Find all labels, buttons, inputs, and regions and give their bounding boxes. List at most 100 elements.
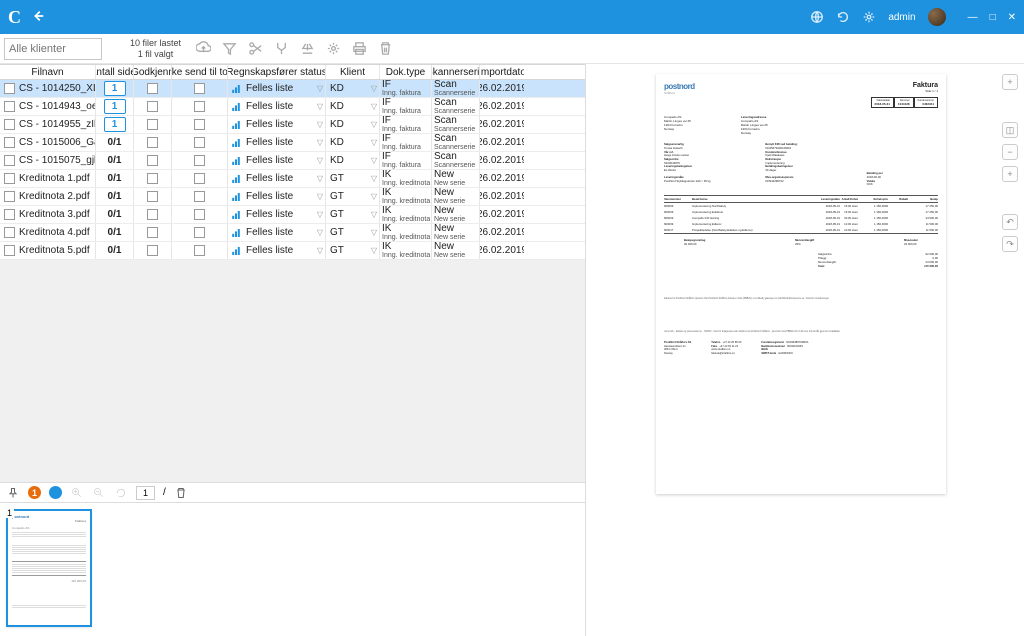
approve-checkbox[interactable] xyxy=(147,83,158,94)
preview-rotate-left-icon[interactable]: ↶ xyxy=(1002,214,1018,230)
globe-icon[interactable] xyxy=(810,10,824,24)
klient-cell[interactable]: GT▽ xyxy=(326,206,380,223)
minimize-icon[interactable]: — xyxy=(968,12,978,23)
approve-checkbox[interactable] xyxy=(147,209,158,220)
gear-icon[interactable] xyxy=(862,10,876,24)
table-row[interactable]: CS - 1014955_zIhoo.pdf1Felles liste▽KD▽I… xyxy=(0,116,585,134)
close-icon[interactable]: ✕ xyxy=(1008,12,1016,23)
table-row[interactable]: CS - 1014943_oePG7.pdf1Felles liste▽KD▽I… xyxy=(0,98,585,116)
klient-cell[interactable]: KD▽ xyxy=(326,152,380,169)
export-icon[interactable] xyxy=(299,41,315,57)
row-checkbox[interactable] xyxy=(4,245,15,256)
delete-icon[interactable] xyxy=(377,41,393,57)
regnskapsforer-cell[interactable]: Felles liste▽ xyxy=(228,116,326,133)
no-send-checkbox[interactable] xyxy=(194,137,205,148)
zoom-out-icon[interactable] xyxy=(92,486,106,500)
regnskapsforer-cell[interactable]: Felles liste▽ xyxy=(228,98,326,115)
approve-checkbox[interactable] xyxy=(147,245,158,256)
search-input[interactable] xyxy=(4,38,102,60)
settings-icon[interactable] xyxy=(325,41,341,57)
preview-zoom-out-icon[interactable]: − xyxy=(1002,144,1018,160)
merge-icon[interactable] xyxy=(273,41,289,57)
klient-cell[interactable]: GT▽ xyxy=(326,224,380,241)
klient-cell[interactable]: KD▽ xyxy=(326,134,380,151)
no-send-checkbox[interactable] xyxy=(194,227,205,238)
table-row[interactable]: Kreditnota 5.pdf0/1Felles liste▽GT▽IKInn… xyxy=(0,242,585,260)
table-row[interactable]: CS - 1014250_XLFZi.pdf1Felles liste▽KD▽I… xyxy=(0,80,585,98)
regnskapsforer-cell[interactable]: Felles liste▽ xyxy=(228,206,326,223)
upload-icon[interactable] xyxy=(195,41,211,57)
approve-checkbox[interactable] xyxy=(147,173,158,184)
preview-fit-icon[interactable]: ◫ xyxy=(1002,122,1018,138)
no-send-checkbox[interactable] xyxy=(194,191,205,202)
refresh-icon[interactable] xyxy=(836,10,850,24)
table-row[interactable]: Kreditnota 2.pdf0/1Felles liste▽GT▽IKInn… xyxy=(0,188,585,206)
col-regnskapsforer[interactable]: Regnskapsfører status xyxy=(228,65,326,79)
document-preview[interactable]: postnord Strålfors Faktura Side 1 / 1 Fa… xyxy=(656,74,946,494)
row-checkbox[interactable] xyxy=(4,173,15,184)
page-indicator[interactable]: 1 xyxy=(136,486,155,500)
thumbnail-page[interactable]: 1 postnord Faktura Compello AS 115 000,0… xyxy=(6,509,92,627)
col-ikke-send[interactable]: Ikke send til tolk xyxy=(172,65,228,79)
maximize-icon[interactable]: □ xyxy=(990,12,996,23)
table-row[interactable]: CS - 1015075_gjb17.pdf0/1Felles liste▽KD… xyxy=(0,152,585,170)
no-send-checkbox[interactable] xyxy=(194,83,205,94)
klient-cell[interactable]: GT▽ xyxy=(326,188,380,205)
row-checkbox[interactable] xyxy=(4,191,15,202)
approve-checkbox[interactable] xyxy=(147,137,158,148)
regnskapsforer-cell[interactable]: Felles liste▽ xyxy=(228,242,326,259)
col-doktype[interactable]: Dok.type xyxy=(380,65,432,79)
klient-cell[interactable]: KD▽ xyxy=(326,116,380,133)
approve-checkbox[interactable] xyxy=(147,101,158,112)
klient-cell[interactable]: GT▽ xyxy=(326,242,380,259)
col-importdato[interactable]: Importdato xyxy=(480,65,524,79)
regnskapsforer-cell[interactable]: Felles liste▽ xyxy=(228,134,326,151)
preview-rotate-right-icon[interactable]: ↷ xyxy=(1002,236,1018,252)
regnskapsforer-cell[interactable]: Felles liste▽ xyxy=(228,188,326,205)
no-send-checkbox[interactable] xyxy=(194,155,205,166)
approve-checkbox[interactable] xyxy=(147,227,158,238)
table-row[interactable]: Kreditnota 1.pdf0/1Felles liste▽GT▽IKInn… xyxy=(0,170,585,188)
pin-icon[interactable] xyxy=(6,486,20,500)
avatar[interactable] xyxy=(928,8,946,26)
col-filnavn[interactable]: Filnavn xyxy=(0,65,96,79)
row-checkbox[interactable] xyxy=(4,155,15,166)
regnskapsforer-cell[interactable]: Felles liste▽ xyxy=(228,152,326,169)
table-row[interactable]: CS - 1015006_Gaix8.pdf0/1Felles liste▽KD… xyxy=(0,134,585,152)
row-checkbox[interactable] xyxy=(4,83,15,94)
col-godkjenn[interactable]: Godkjenn xyxy=(134,65,172,79)
col-antall-sider[interactable]: Antall sider xyxy=(96,65,134,79)
no-send-checkbox[interactable] xyxy=(194,173,205,184)
approve-checkbox[interactable] xyxy=(147,119,158,130)
table-row[interactable]: Kreditnota 3.pdf0/1Felles liste▽GT▽IKInn… xyxy=(0,206,585,224)
zoom-in-icon[interactable] xyxy=(70,486,84,500)
rotate-icon[interactable] xyxy=(114,486,128,500)
approve-checkbox[interactable] xyxy=(147,191,158,202)
no-send-checkbox[interactable] xyxy=(194,119,205,130)
row-checkbox[interactable] xyxy=(4,101,15,112)
no-send-checkbox[interactable] xyxy=(194,101,205,112)
klient-cell[interactable]: GT▽ xyxy=(326,170,380,187)
print-icon[interactable] xyxy=(351,41,367,57)
klient-cell[interactable]: KD▽ xyxy=(326,98,380,115)
row-checkbox[interactable] xyxy=(4,119,15,130)
info-badge[interactable] xyxy=(49,486,62,499)
filter-icon[interactable] xyxy=(221,41,237,57)
approve-checkbox[interactable] xyxy=(147,155,158,166)
regnskapsforer-cell[interactable]: Felles liste▽ xyxy=(228,170,326,187)
row-checkbox[interactable] xyxy=(4,137,15,148)
warning-badge[interactable]: 1 xyxy=(28,486,41,499)
back-icon[interactable] xyxy=(31,9,45,26)
no-send-checkbox[interactable] xyxy=(194,245,205,256)
col-klient[interactable]: Klient xyxy=(326,65,380,79)
preview-plus-icon[interactable]: + xyxy=(1002,166,1018,182)
col-skannerserie[interactable]: Skannerserie xyxy=(432,65,480,79)
row-checkbox[interactable] xyxy=(4,209,15,220)
row-checkbox[interactable] xyxy=(4,227,15,238)
preview-zoom-in-icon[interactable]: + xyxy=(1002,74,1018,90)
scissors-icon[interactable] xyxy=(247,41,263,57)
table-row[interactable]: Kreditnota 4.pdf0/1Felles liste▽GT▽IKInn… xyxy=(0,224,585,242)
regnskapsforer-cell[interactable]: Felles liste▽ xyxy=(228,80,326,97)
no-send-checkbox[interactable] xyxy=(194,209,205,220)
trash-icon[interactable] xyxy=(174,486,188,500)
